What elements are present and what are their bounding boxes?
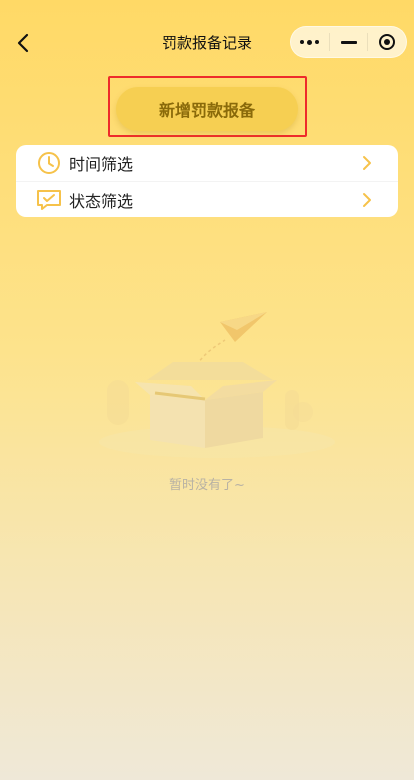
empty-state-text: 暂时没有了~ bbox=[169, 478, 245, 493]
chevron-right-icon bbox=[360, 154, 374, 172]
minimize-icon bbox=[340, 40, 357, 44]
close-button[interactable] bbox=[368, 27, 406, 57]
navigation-bar: 罚款报备记录 bbox=[0, 0, 414, 84]
clock-icon bbox=[36, 150, 62, 176]
empty-box-paper-plane-icon bbox=[95, 300, 340, 460]
mini-program-capsule bbox=[290, 26, 407, 58]
add-fine-report-button[interactable]: 新增罚款报备 bbox=[116, 87, 298, 131]
filter-card: 时间筛选 状态筛选 bbox=[16, 145, 398, 217]
target-circle-icon bbox=[379, 34, 396, 50]
time-filter-label: 时间筛选 bbox=[69, 155, 134, 174]
status-filter-row[interactable]: 状态筛选 bbox=[16, 181, 398, 217]
chat-check-icon bbox=[36, 187, 62, 213]
more-button[interactable] bbox=[291, 27, 329, 57]
minimize-button[interactable] bbox=[330, 27, 368, 57]
more-dots-icon bbox=[300, 39, 320, 45]
status-filter-label: 状态筛选 bbox=[69, 191, 134, 211]
chevron-right-icon bbox=[360, 191, 374, 209]
time-filter-row[interactable]: 时间筛选 bbox=[16, 145, 398, 181]
